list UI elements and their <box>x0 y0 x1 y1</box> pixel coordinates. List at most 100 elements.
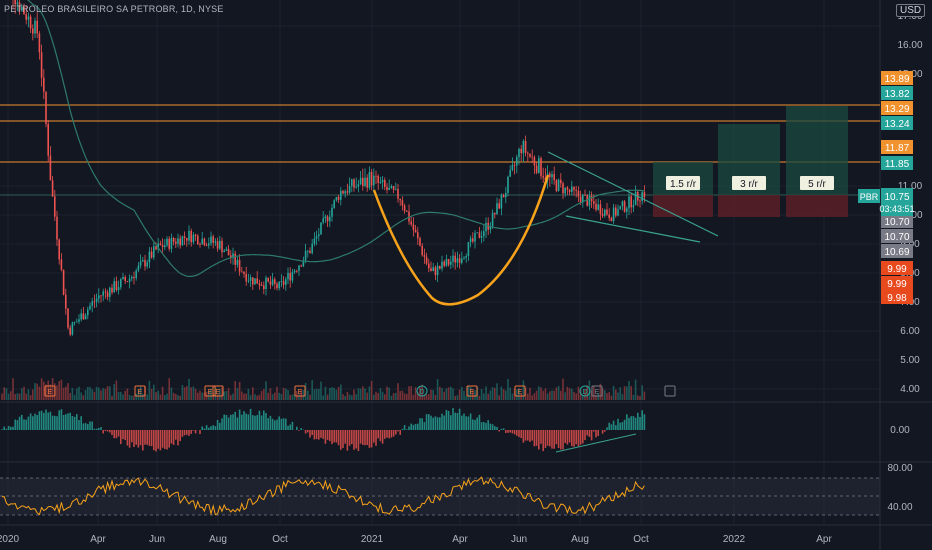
volume-bar <box>230 395 232 400</box>
volume-bar <box>159 394 162 400</box>
candle <box>117 287 120 291</box>
candle <box>100 295 102 297</box>
macd-bar <box>135 430 137 445</box>
rr-label: 3 r/r <box>740 179 758 190</box>
macd-bar <box>410 423 412 430</box>
volume-bar <box>320 381 322 400</box>
macd-bar <box>210 426 212 430</box>
macd-bar <box>263 410 265 430</box>
macd-bar <box>322 430 324 439</box>
macd-bar <box>76 414 78 430</box>
macd-bar <box>588 430 591 437</box>
candle <box>95 298 98 302</box>
macd-bar <box>157 430 159 449</box>
candle <box>445 259 448 266</box>
macd-bar <box>586 430 588 436</box>
candle <box>67 308 69 328</box>
volume-bar <box>175 393 177 400</box>
macd-bar <box>29 413 32 430</box>
volume-bar <box>109 386 111 400</box>
volume-bar <box>461 386 463 400</box>
volume-bar <box>234 381 236 400</box>
volume-bar <box>527 393 529 400</box>
candle <box>80 313 82 320</box>
volume-bar <box>410 386 412 400</box>
candle <box>538 158 540 173</box>
volume-bar <box>463 390 465 400</box>
volume-bar <box>428 394 430 400</box>
current-price: 10.75 <box>884 192 909 203</box>
macd-bar <box>522 430 525 443</box>
macd-bar <box>100 427 102 430</box>
macd-bar <box>142 430 144 451</box>
candle <box>78 319 80 322</box>
macd-bar <box>320 430 322 438</box>
macd-bar <box>397 430 399 432</box>
macd-bar <box>423 422 426 430</box>
macd-bar <box>610 424 613 430</box>
candle <box>509 169 511 177</box>
macd-bar <box>208 427 210 430</box>
candle <box>612 207 615 222</box>
currency-button[interactable]: USD <box>896 4 926 17</box>
candle <box>192 234 195 243</box>
macd-bar <box>568 430 571 443</box>
candle <box>186 237 188 241</box>
macd-bar <box>159 430 162 451</box>
volume-bar <box>21 388 23 400</box>
candle <box>555 180 558 191</box>
volume-bar <box>76 388 78 400</box>
volume-bar <box>557 385 560 400</box>
macd-bar <box>166 430 168 450</box>
candle <box>564 187 566 194</box>
macd-bar <box>146 430 148 445</box>
candle <box>296 270 298 272</box>
volume-bar <box>491 387 494 400</box>
candle <box>392 186 395 190</box>
candle <box>236 259 239 265</box>
volume-bar <box>555 387 558 400</box>
macd-bar <box>256 415 258 430</box>
macd-bar <box>584 430 586 441</box>
macd-bar <box>408 426 410 430</box>
macd-bar <box>137 430 140 448</box>
event-marker-label: E <box>208 389 213 396</box>
stop-zone <box>786 195 848 217</box>
candle <box>208 243 210 246</box>
volume-bar <box>274 392 276 400</box>
volume-bar <box>608 392 610 400</box>
candle <box>434 267 437 276</box>
volume-bar <box>553 390 555 400</box>
candle <box>214 241 217 243</box>
macd-bar <box>388 430 390 439</box>
price-chart[interactable]: 1.5 r/r3 r/r5 r/r17.0016.0015.0011.0010.… <box>0 0 932 550</box>
candle <box>560 179 562 184</box>
candle <box>485 222 487 232</box>
volume-bar <box>201 392 203 400</box>
volume-bar <box>634 379 637 400</box>
macd-bar <box>181 430 184 437</box>
candle <box>359 177 362 185</box>
candle <box>542 176 544 178</box>
macd-bar <box>597 430 599 436</box>
candle <box>507 176 509 193</box>
candle <box>298 265 300 271</box>
volume-bar <box>412 394 415 400</box>
macd-bar <box>390 430 393 438</box>
candle <box>120 279 122 288</box>
volume-bar <box>223 391 225 400</box>
volume-bar <box>577 386 580 400</box>
volume-bar <box>542 390 544 400</box>
candle <box>115 281 118 291</box>
macd-bar <box>355 430 357 449</box>
macd-bar <box>465 416 467 430</box>
macd-bar <box>430 415 432 430</box>
macd-bar <box>641 410 643 430</box>
macd-bar <box>175 430 177 440</box>
macd-bar <box>359 430 362 444</box>
volume-bar <box>425 394 428 400</box>
macd-bar <box>34 413 36 430</box>
candle <box>258 283 261 286</box>
volume-bar <box>181 384 184 400</box>
countdown-label: 03:43:51 <box>879 204 914 214</box>
